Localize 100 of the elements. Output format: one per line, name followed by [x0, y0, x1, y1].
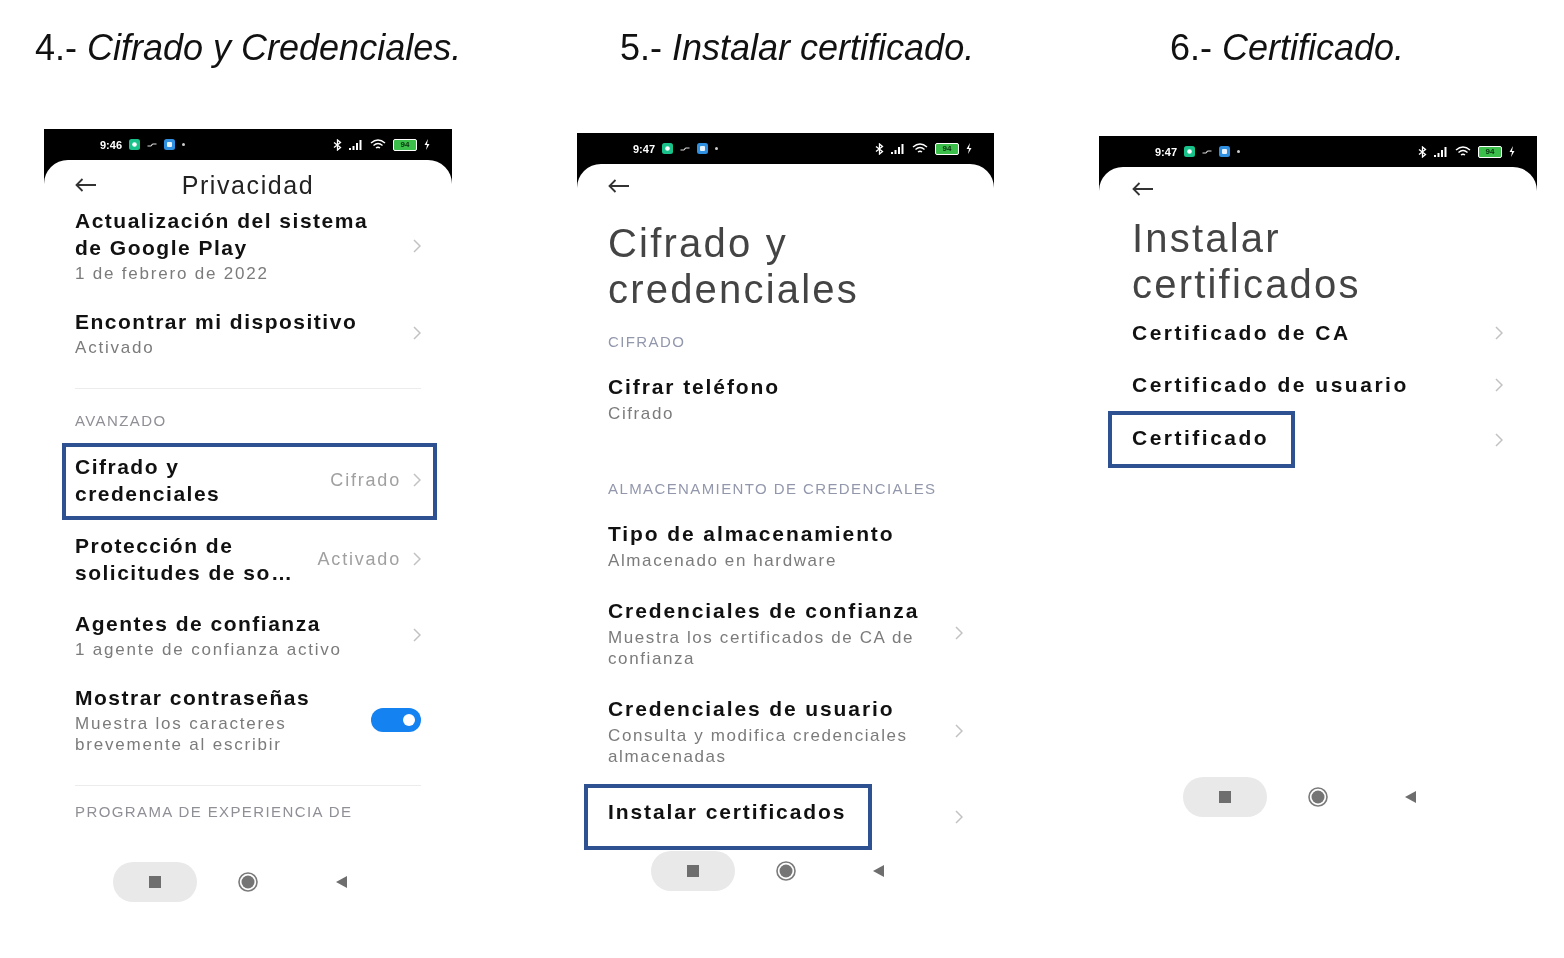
item-subtitle: Cifrado: [608, 403, 675, 424]
item-value: Cifrado: [330, 469, 401, 491]
app-icon: [662, 143, 674, 154]
chevron-right-icon: [413, 326, 421, 340]
section-header: CIFRADO: [608, 332, 687, 352]
screen-title: Instalar certificados: [1132, 215, 1362, 307]
bluetooth-icon: [875, 142, 884, 155]
item-subtitle: Consulta y modifica credenciales almacenadas: [608, 725, 909, 767]
item-title: Cifrar teléfono: [608, 374, 781, 400]
item-title: Cifrado y credenciales: [75, 454, 222, 507]
item-title: Tipo de almacenamiento: [608, 521, 896, 547]
settings-item[interactable]: Actualización del sistema de Google Play 1 de febrero de 2022: [75, 205, 421, 296]
chevron-right-icon: [413, 238, 421, 253]
settings-item[interactable]: Credenciales de confianza Muestra los certificados de CA de confianza: [608, 584, 963, 682]
bluetooth-icon: [1418, 145, 1427, 158]
dot-icon: [1237, 150, 1241, 153]
chevron-right-icon: [1495, 432, 1503, 447]
settings-item[interactable]: Encontrar mi dispositivo Activado: [75, 296, 421, 370]
screen-title: Cifrado y credenciales: [608, 220, 860, 312]
app-icon: [129, 139, 141, 150]
battery-indicator: 94: [393, 138, 417, 151]
squiggle-icon: [147, 141, 158, 148]
back-icon[interactable]: [1405, 791, 1416, 803]
settings-item[interactable]: Mostrar contraseñas Muestra los caracteres brevemente al escribir: [75, 672, 421, 767]
chevron-right-icon: [1495, 326, 1503, 340]
squiggle-icon: [680, 145, 691, 152]
bolt-icon: [1509, 146, 1515, 157]
home-icon[interactable]: [775, 861, 796, 881]
recents-button[interactable]: [1182, 777, 1267, 817]
signal-icon: [349, 139, 363, 150]
step-caption: 4.- Cifrado y Credenciales.: [35, 26, 462, 70]
section-header: AVANZADO: [75, 411, 168, 431]
bluetooth-icon: [333, 138, 342, 151]
chevron-right-icon: [413, 552, 421, 566]
settings-item[interactable]: Certificado de CA: [1132, 307, 1503, 359]
back-arrow-icon[interactable]: [1132, 182, 1154, 196]
item-value: Activado: [317, 548, 401, 570]
screen-title: Privacidad: [180, 170, 316, 200]
recents-button[interactable]: [650, 851, 735, 891]
item-title: Mostrar contraseñas: [75, 685, 312, 711]
item-title: Credenciales de confianza: [608, 598, 921, 624]
chevron-right-icon: [413, 628, 421, 642]
settings-item[interactable]: Tipo de almacenamiento Almacenado en hardware: [608, 507, 963, 584]
bolt-icon: [966, 143, 972, 154]
back-arrow-icon[interactable]: [75, 178, 97, 192]
home-icon[interactable]: [238, 872, 258, 892]
signal-icon: [1434, 146, 1448, 157]
dot-icon: [715, 147, 719, 150]
settings-item[interactable]: Cifrar teléfono Cifrado: [608, 360, 963, 437]
back-arrow-icon[interactable]: [608, 179, 630, 193]
settings-item[interactable]: Protección de solicitudes de so… Activado: [75, 520, 421, 598]
status-time: 9:47: [1155, 145, 1178, 158]
signal-icon: [891, 143, 905, 154]
recents-button[interactable]: [113, 862, 197, 902]
item-title: Protección de solicitudes de so…: [75, 533, 295, 586]
status-time: 9:47: [633, 142, 656, 155]
home-icon[interactable]: [1307, 787, 1328, 807]
item-subtitle: Activado: [75, 337, 156, 358]
square-icon: [1218, 791, 1231, 803]
item-title: Agentes de confianza: [75, 611, 322, 637]
item-title: Credenciales de usuario: [608, 696, 896, 722]
item-subtitle: Muestra los certificados de CA de confianza: [608, 627, 916, 669]
status-time: 9:46: [100, 138, 123, 151]
chevron-right-icon: [955, 626, 963, 640]
settings-item[interactable]: Credenciales de usuario Consulta y modifica credenciales almacenadas: [608, 682, 963, 780]
item-title: Encontrar mi dispositivo: [75, 309, 359, 335]
item-title: Actualización del sistema de Google Play: [75, 208, 370, 261]
wifi-icon: [370, 139, 386, 150]
battery-indicator: 94: [1478, 145, 1502, 158]
toggle-switch[interactable]: [371, 707, 421, 732]
app-icon: [697, 143, 709, 154]
wifi-icon: [1455, 146, 1471, 157]
item-title: Certificado: [1132, 425, 1270, 451]
back-icon[interactable]: [873, 865, 884, 877]
item-subtitle: Almacenado en hardware: [608, 550, 838, 571]
settings-item[interactable]: Certificado de usuario: [1132, 359, 1503, 411]
step-caption: 6.- Certificado.: [1170, 26, 1405, 70]
back-icon[interactable]: [335, 876, 347, 888]
settings-item[interactable]: Cifrado y credenciales Cifrado: [62, 443, 437, 520]
item-title: Certificado de usuario: [1132, 372, 1410, 398]
wifi-icon: [912, 143, 928, 154]
item-subtitle: 1 agente de confianza activo: [75, 639, 343, 660]
square-icon: [149, 876, 161, 888]
battery-indicator: 94: [935, 142, 959, 155]
dot-icon: [182, 143, 186, 146]
app-icon: [1219, 146, 1231, 157]
chevron-right-icon: [955, 810, 963, 824]
bolt-icon: [424, 139, 430, 150]
chevron-right-icon: [955, 724, 963, 738]
item-title: Certificado de CA: [1132, 320, 1352, 346]
step-caption: 5.- Instalar certificado.: [620, 26, 975, 70]
chevron-right-icon: [1495, 378, 1503, 392]
item-subtitle: 1 de febrero de 2022: [75, 263, 270, 284]
settings-item[interactable]: Agentes de confianza 1 agente de confianza activo: [75, 598, 421, 672]
squiggle-icon: [1202, 148, 1213, 155]
app-icon: [164, 139, 176, 150]
app-icon: [1184, 146, 1196, 157]
chevron-right-icon: [413, 473, 421, 487]
square-icon: [686, 865, 699, 877]
section-header: ALMACENAMIENTO DE CREDENCIALES: [608, 479, 938, 499]
